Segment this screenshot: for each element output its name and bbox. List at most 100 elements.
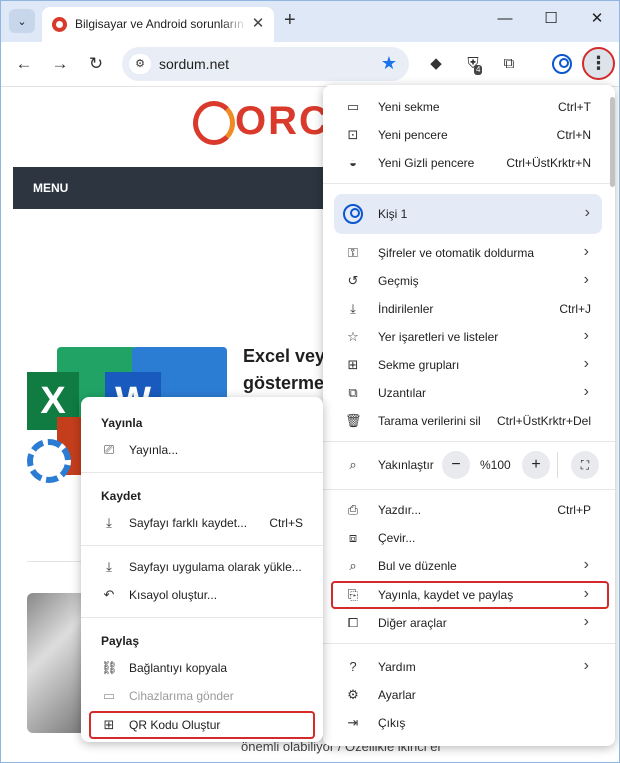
highlight-box [331, 581, 609, 609]
gear-icon [27, 439, 71, 483]
menu-item-new-tab[interactable]: ▭ Yeni sekme Ctrl+T [323, 93, 615, 121]
menu-item-bookmarks[interactable]: ☆ Yer işaretleri ve listeler › [323, 323, 615, 351]
menu-shortcut: Ctrl+J [559, 302, 591, 316]
extension-badge: 4 [474, 65, 483, 75]
grid-icon: ⊞ [347, 357, 359, 372]
menu-item-print[interactable]: ⎙ Yazdır... Ctrl+P [323, 496, 615, 524]
menu-item-exit[interactable]: ⇥ Çıkış [323, 709, 615, 737]
menu-item-tab-groups[interactable]: ⊞ Sekme grupları › [323, 351, 615, 379]
scrollbar-thumb[interactable] [610, 97, 615, 187]
close-window-button[interactable]: ✕ [587, 9, 607, 29]
menu-label: Sekme grupları [378, 358, 460, 372]
fullscreen-icon: ⛶ [580, 458, 590, 472]
menu-separator [81, 472, 323, 473]
url-text[interactable]: sordum.net [159, 56, 229, 72]
layers-extension-icon[interactable]: ◆ [426, 54, 446, 74]
forward-button[interactable]: → [50, 54, 70, 74]
menu-label: Yeni Gizli pencere [378, 156, 475, 170]
submenu-item-install-app[interactable]: ⤓ Sayfayı uygulama olarak yükle... [81, 554, 323, 580]
submenu-item-cast[interactable]: ⎚ Yayınla... [81, 437, 323, 463]
menu-separator [323, 183, 615, 184]
address-bar[interactable]: ⚙ sordum.net ★ [122, 47, 409, 81]
menu-item-incognito[interactable]: ◒ Yeni Gizli pencere Ctrl+ÜstKrktr+N [323, 149, 615, 177]
star-outline-icon: ☆ [347, 329, 359, 344]
menu-item-passwords[interactable]: ⚿ Şifreler ve otomatik doldurma › [323, 239, 615, 267]
devices-icon: ▭ [102, 688, 116, 703]
fullscreen-button[interactable]: ⛶ [571, 451, 599, 479]
new-tab-icon: ▭ [346, 99, 360, 114]
menu-separator [323, 441, 615, 442]
download-icon: ⤓ [350, 301, 356, 316]
submenu-header-share: Paylaş [101, 634, 140, 648]
puzzle-extensions-icon[interactable]: ⧉ [499, 54, 519, 74]
submenu-header-save: Kaydet [101, 489, 142, 503]
new-tab-button[interactable]: + [284, 10, 296, 30]
menu-label: Kişi 1 [378, 207, 408, 221]
minimize-button[interactable]: — [495, 9, 515, 29]
menu-label: Yer işaretleri ve listeler [378, 330, 499, 344]
active-tab[interactable]: Bilgisayar ve Android sorunların ✕ [42, 7, 274, 42]
link-icon: ⛓ [101, 660, 118, 675]
toolbar: ← → ↻ ⚙ sordum.net ★ ◆ ⛨ 4 ⧉ ⋮ [1, 42, 619, 87]
hard-drive-image[interactable] [27, 593, 87, 733]
menu-label: Cihazlarıma gönder [129, 689, 234, 703]
zoom-out-button[interactable]: − [442, 451, 470, 479]
menu-shortcut: Ctrl+S [269, 516, 303, 530]
site-menu-label[interactable]: MENU [33, 181, 68, 195]
cast-save-share-submenu: Yayınla ⎚ Yayınla... Kaydet ⤓ Sayfayı fa… [81, 397, 323, 742]
kebab-menu-icon: ⋮ [589, 53, 608, 73]
submenu-header-cast: Yayınla [101, 416, 143, 430]
site-info-icon[interactable]: ⚙ [129, 54, 151, 74]
tab-strip: ⌄ Bilgisayar ve Android sorunların ✕ + —… [1, 1, 619, 42]
menu-item-zoom: ⌕ Yakınlaştır − %100 + ⛶ [323, 446, 615, 484]
site-logo-text[interactable]: ORC [235, 99, 330, 144]
chevron-right-icon: › [584, 204, 590, 221]
menu-label: Çıkış [378, 716, 406, 730]
menu-label: Tarama verilerini sil [378, 414, 481, 428]
submenu-item-create-shortcut[interactable]: ↶ Kısayol oluştur... [81, 582, 323, 608]
install-icon: ⤓ [106, 559, 112, 574]
bookmark-star-icon[interactable]: ★ [381, 53, 397, 74]
menu-label: Kısayol oluştur... [129, 588, 218, 602]
menu-label: Bağlantıyı kopyala [129, 661, 228, 675]
submenu-item-copy-link[interactable]: ⛓ Bağlantıyı kopyala [81, 655, 323, 681]
tab-search-button[interactable]: ⌄ [9, 9, 35, 33]
chevron-right-icon: › [583, 355, 589, 372]
puzzle-icon: ⧉ [348, 385, 358, 400]
menu-item-history[interactable]: ↺ Geçmiş › [323, 267, 615, 295]
menu-item-downloads[interactable]: ⤓ İndirilenler Ctrl+J [323, 295, 615, 323]
printer-icon: ⎙ [347, 502, 359, 517]
incognito-icon: ◒ [349, 155, 357, 170]
menu-item-clear-data[interactable]: 🗑 Tarama verilerini sil Ctrl+ÜstKrktr+De… [323, 407, 615, 435]
chevron-right-icon: › [583, 613, 589, 630]
menu-item-translate[interactable]: ⧈ Çevir... [323, 524, 615, 552]
trash-icon: 🗑 [345, 413, 362, 428]
menu-shortcut: Ctrl+T [558, 100, 591, 114]
new-window-icon: ⊡ [347, 127, 359, 142]
menu-item-new-window[interactable]: ⊡ Yeni pencere Ctrl+N [323, 121, 615, 149]
menu-item-find-edit[interactable]: ⌕ Bul ve düzenle › [323, 552, 615, 580]
menu-item-more-tools[interactable]: ⧠ Diğer araçlar › [323, 609, 615, 637]
menu-item-settings[interactable]: ⚙ Ayarlar [323, 681, 615, 709]
menu-shortcut: Ctrl+P [557, 503, 591, 517]
help-icon: ? [349, 659, 357, 674]
gear-icon: ⚙ [347, 687, 359, 702]
chrome-main-menu: ▭ Yeni sekme Ctrl+T ⊡ Yeni pencere Ctrl+… [323, 85, 615, 746]
submenu-item-save-page[interactable]: ⤓ Sayfayı farklı kaydet... Ctrl+S [81, 510, 323, 536]
profile-avatar-button[interactable] [552, 54, 572, 74]
article-title[interactable]: Excel vey gösterme [243, 343, 325, 397]
chrome-menu-button[interactable]: ⋮ [582, 47, 615, 80]
maximize-button[interactable]: ☐ [541, 9, 561, 29]
menu-item-help[interactable]: ? Yardım › [323, 653, 615, 681]
article-title-line2[interactable]: gösterme [243, 370, 325, 397]
zoom-in-button[interactable]: + [522, 451, 550, 479]
menu-item-extensions[interactable]: ⧉ Uzantılar › [323, 379, 615, 407]
tab-close-icon[interactable]: ✕ [250, 16, 266, 32]
back-button[interactable]: ← [14, 54, 34, 74]
article-title-line1[interactable]: Excel vey [243, 343, 325, 370]
site-menu-bar[interactable]: MENU [13, 167, 333, 209]
menu-item-profile[interactable]: Kişi 1 › [334, 194, 602, 234]
shield-extension-icon[interactable]: ⛨ 4 [463, 54, 483, 75]
site-logo-icon[interactable] [193, 101, 235, 145]
reload-button[interactable]: ↻ [86, 54, 106, 74]
